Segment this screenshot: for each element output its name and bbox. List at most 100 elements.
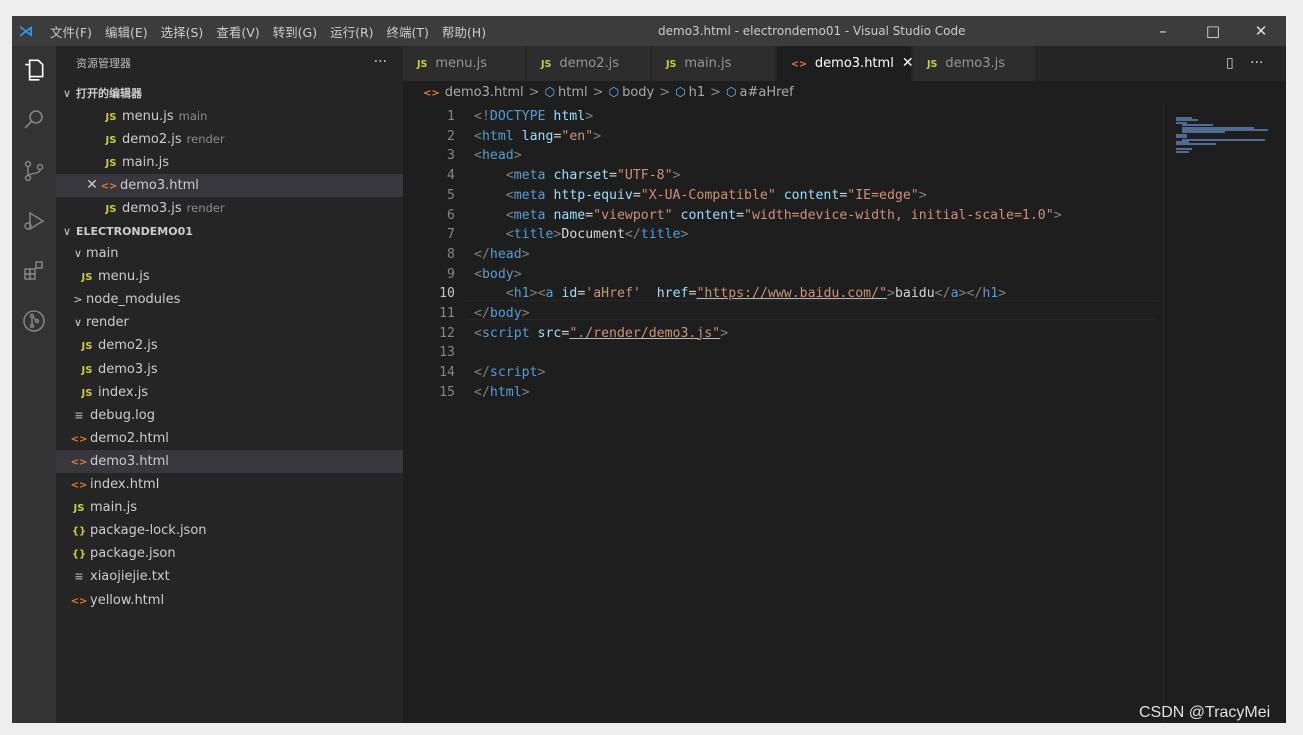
- js-file-icon: JS: [927, 59, 938, 70]
- explorer-icon[interactable]: [12, 48, 56, 92]
- code-line[interactable]: </head>: [474, 245, 530, 265]
- extensions-icon[interactable]: [12, 249, 56, 293]
- code-token: h1: [982, 286, 999, 302]
- code-editor[interactable]: 1 <!DOCTYPE html> 2 <html lang="en"> 3 <head>…: [403, 103, 1163, 723]
- js-file-icon: JS: [81, 364, 93, 376]
- code-token: <: [505, 168, 514, 184]
- tab-demo3-js[interactable]: JS demo3.js: [913, 46, 1036, 81]
- maximize-button[interactable]: □: [1190, 16, 1236, 46]
- tree-item[interactable]: ∨ main: [56, 242, 403, 265]
- breadcrumb-file[interactable]: demo3.html: [445, 85, 524, 100]
- line-number: 12: [439, 325, 455, 341]
- tree-item[interactable]: <> yellow.html: [56, 589, 403, 612]
- menu-item[interactable]: 运行(R): [325, 22, 378, 41]
- editor-more-button[interactable]: ···: [1250, 46, 1263, 81]
- breadcrumb-symbol[interactable]: html: [558, 85, 588, 100]
- code-line[interactable]: <!DOCTYPE html>: [474, 107, 593, 127]
- menu-item[interactable]: 终端(T): [382, 22, 434, 41]
- search-icon[interactable]: [12, 98, 56, 142]
- tab-main-js[interactable]: JS main.js: [652, 46, 776, 81]
- tab-label: demo3.html: [814, 56, 894, 71]
- code-token: <: [474, 128, 482, 144]
- code-token: head: [481, 148, 514, 164]
- menu-item[interactable]: 编辑(E): [100, 22, 153, 41]
- code-token: "https://www.baidu.com/": [696, 286, 888, 302]
- open-editor-item[interactable]: JS demo2.js render: [56, 128, 403, 151]
- tree-item[interactable]: ≡ debug.log: [56, 404, 403, 427]
- code-line[interactable]: <script src="./render/demo3.js">: [474, 324, 728, 344]
- tree-item[interactable]: JS demo3.js: [56, 358, 403, 381]
- split-editor-icon[interactable]: ▯: [1226, 46, 1234, 81]
- code-line[interactable]: </html>: [474, 383, 530, 403]
- tree-item[interactable]: {} package.json: [56, 542, 403, 565]
- code-line[interactable]: <title>Document</title>: [474, 225, 689, 245]
- code-token: title: [513, 227, 554, 243]
- open-editor-item[interactable]: JS demo3.js render: [56, 197, 403, 220]
- code-token: baidu: [894, 286, 935, 302]
- tree-item[interactable]: {} package-lock.json: [56, 519, 403, 542]
- code-token: script: [481, 325, 530, 341]
- breadcrumb-symbol[interactable]: h1: [689, 85, 706, 100]
- tree-item[interactable]: <> demo2.html: [56, 427, 403, 450]
- code-line[interactable]: <h1><a id='aHref' href="https://www.baid…: [474, 284, 1006, 304]
- code-line[interactable]: </script>: [474, 363, 545, 383]
- code-line[interactable]: <meta http-equiv="X-UA-Compatible" conte…: [474, 186, 927, 206]
- code-line[interactable]: <body>: [474, 265, 522, 285]
- open-editor-item[interactable]: ✕ <> demo3.html: [56, 174, 403, 197]
- project-header[interactable]: ∨ ELECTRONDEMO01: [56, 221, 403, 243]
- tab-demo3-html[interactable]: <> demo3.html ✕: [777, 46, 914, 81]
- tree-item[interactable]: > node_modules: [56, 288, 403, 311]
- vscode-logo-icon: ⋊: [18, 22, 34, 40]
- code-line[interactable]: <head>: [474, 146, 522, 166]
- close-tab-icon[interactable]: ✕: [902, 55, 914, 71]
- tab-menu-js[interactable]: JS menu.js: [403, 46, 526, 81]
- close-editor-icon[interactable]: ✕: [84, 174, 100, 197]
- editor-scrollbar[interactable]: [1274, 103, 1286, 723]
- code-token: "width=device-width, initial-scale=1.0": [744, 207, 1054, 223]
- code-line[interactable]: <html lang="en">: [474, 127, 601, 147]
- tree-item[interactable]: JS demo2.js: [56, 334, 403, 357]
- tree-item[interactable]: <> index.html: [56, 473, 403, 496]
- open-editor-item[interactable]: JS main.js: [56, 151, 403, 174]
- tree-item[interactable]: JS index.js: [56, 381, 403, 404]
- tree-item[interactable]: JS main.js: [56, 496, 403, 519]
- code-token: =: [585, 207, 594, 223]
- tree-item[interactable]: JS menu.js: [56, 265, 403, 288]
- code-token: id: [561, 286, 578, 302]
- txt-file-icon: ≡: [74, 570, 84, 584]
- tree-item[interactable]: ∨ render: [56, 311, 403, 334]
- menu-item[interactable]: 查看(V): [211, 22, 264, 41]
- menu-item[interactable]: 选择(S): [156, 22, 209, 41]
- file-name: demo3.js: [98, 361, 158, 377]
- breadcrumb-symbol[interactable]: a#aHref: [740, 85, 794, 100]
- js-file-icon: JS: [73, 503, 85, 515]
- run-debug-icon[interactable]: [12, 199, 56, 243]
- open-editor-item[interactable]: JS menu.js main: [56, 105, 403, 128]
- tree-item[interactable]: ≡ xiaojiejie.txt: [56, 565, 403, 588]
- tab-label: main.js: [684, 56, 732, 71]
- breadcrumb-symbol[interactable]: body: [622, 85, 654, 100]
- source-control-icon[interactable]: [12, 149, 56, 193]
- line-number: 2: [447, 128, 455, 144]
- minimize-button[interactable]: –: [1140, 16, 1186, 46]
- close-window-button[interactable]: ✕: [1238, 16, 1284, 46]
- code-token: <: [505, 286, 514, 302]
- code-line[interactable]: <meta name="viewport" content="width=dev…: [474, 206, 1062, 226]
- minimap[interactable]: [1163, 103, 1286, 723]
- tree-item[interactable]: <> demo3.html: [56, 449, 403, 473]
- git-graph-icon[interactable]: [12, 299, 56, 343]
- menu-item[interactable]: 转到(G): [268, 22, 322, 41]
- explorer-more-button[interactable]: ···: [374, 46, 387, 81]
- code-token: >: [720, 325, 729, 341]
- open-editors-header[interactable]: ∨ 打开的编辑器: [56, 83, 403, 105]
- line-number: 5: [447, 187, 455, 203]
- menu-item[interactable]: 文件(F): [45, 22, 97, 41]
- code-line[interactable]: <meta charset="UTF-8">: [474, 166, 681, 186]
- tab-demo2-js[interactable]: JS demo2.js: [527, 46, 651, 81]
- menu-item[interactable]: 帮助(H): [437, 22, 491, 41]
- js-file-icon: JS: [105, 135, 117, 146]
- code-line[interactable]: </body>: [474, 304, 530, 324]
